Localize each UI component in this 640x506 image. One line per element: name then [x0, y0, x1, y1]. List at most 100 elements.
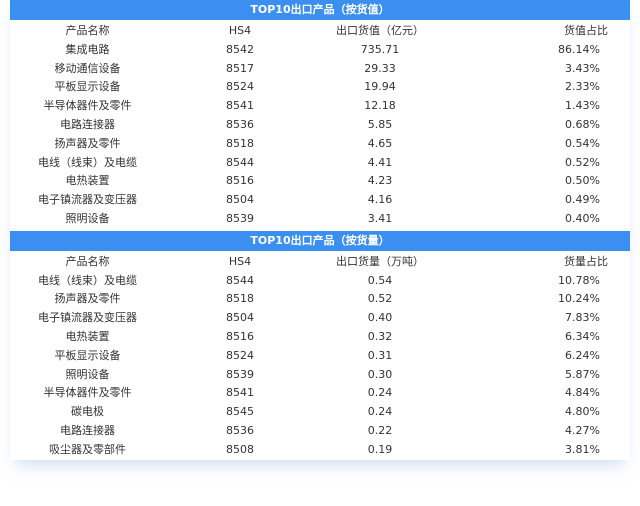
table-row: 移动通信设备 8517 29.33 3.43% — [10, 60, 630, 79]
table-row: 半导体器件及零件 8541 0.24 4.84% — [10, 384, 630, 403]
cell-share: 5.87% — [565, 367, 600, 381]
table-title: TOP10出口产品（按货值） — [10, 0, 630, 20]
column-header-product: 产品名称 — [65, 254, 110, 268]
cell-share: 6.34% — [565, 329, 600, 343]
cell-hs4: 8541 — [226, 99, 254, 113]
column-header-share: 货量占比 — [564, 254, 608, 268]
cell-hs4: 8516 — [226, 174, 254, 188]
cell-amount: 4.16 — [367, 193, 393, 207]
table-row: 电子镇流器及变压器 8504 4.16 0.49% — [10, 191, 630, 210]
table-row: 吸尘器及零部件 8508 0.19 3.81% — [10, 441, 630, 460]
cell-hs4: 8504 — [226, 193, 254, 207]
cell-product: 扬声器及零件 — [54, 136, 121, 150]
cell-amount: 5.85 — [367, 117, 393, 131]
cell-amount: 735.71 — [360, 42, 400, 56]
cell-product: 碳电极 — [71, 405, 104, 419]
cell-product: 电热装置 — [65, 329, 110, 343]
cell-share: 0.50% — [565, 174, 600, 188]
cell-hs4: 8544 — [226, 155, 254, 169]
cell-hs4: 8517 — [226, 61, 254, 75]
cell-amount: 0.30 — [367, 367, 393, 381]
cell-product: 扬声器及零件 — [54, 292, 121, 306]
cell-product: 电路连接器 — [60, 423, 115, 437]
cell-hs4: 8518 — [226, 136, 254, 150]
cell-amount: 0.19 — [367, 442, 393, 456]
cell-share: 86.14% — [558, 42, 600, 56]
table-row: 电子镇流器及变压器 8504 0.40 7.83% — [10, 309, 630, 328]
export-tables-panel: TOP10出口产品（按货值） 产品名称 HS4 出口货值（亿元） 货值占比 集成… — [10, 0, 630, 460]
cell-amount: 0.31 — [367, 348, 393, 362]
table-body: 电线（线束）及电缆 8544 0.54 10.78% 扬声器及零件 8518 0.52 10.… — [10, 272, 630, 460]
table-row: 集成电路 8542 735.71 86.14% — [10, 41, 630, 60]
cell-hs4: 8545 — [226, 405, 254, 419]
cell-share: 4.84% — [565, 386, 600, 400]
table-row: 电线（线束）及电缆 8544 4.41 0.52% — [10, 154, 630, 173]
table-title: TOP10出口产品（按货量） — [10, 230, 630, 251]
cell-product: 照明设备 — [65, 211, 110, 225]
cell-product: 电子镇流器及变压器 — [38, 193, 137, 207]
cell-hs4: 8541 — [226, 386, 254, 400]
column-header-row: 产品名称 HS4 出口货量（万吨） 货量占比 — [10, 253, 630, 272]
column-header-export-volume: 出口货量（万吨） — [336, 254, 424, 268]
cell-amount: 4.41 — [367, 155, 393, 169]
cell-product: 移动通信设备 — [54, 61, 121, 75]
cell-amount: 3.41 — [367, 211, 393, 225]
cell-share: 0.40% — [565, 211, 600, 225]
cell-hs4: 8539 — [226, 211, 254, 225]
table-row: 电热装置 8516 4.23 0.50% — [10, 172, 630, 191]
cell-hs4: 8524 — [226, 80, 254, 94]
table-row: 照明设备 8539 0.30 5.87% — [10, 366, 630, 385]
table-by-volume: TOP10出口产品（按货量） 产品名称 HS4 出口货量（万吨） 货量占比 电线… — [10, 230, 630, 460]
cell-share: 4.27% — [565, 423, 600, 437]
cell-share: 0.49% — [565, 193, 600, 207]
cell-product: 电子镇流器及变压器 — [38, 311, 137, 325]
cell-amount: 0.54 — [367, 273, 393, 287]
table-row: 扬声器及零件 8518 4.65 0.54% — [10, 135, 630, 154]
cell-amount: 4.65 — [367, 136, 393, 150]
cell-amount: 0.24 — [367, 405, 393, 419]
cell-product: 照明设备 — [65, 367, 110, 381]
table-row: 电路连接器 8536 0.22 4.27% — [10, 422, 630, 441]
cell-product: 平板显示设备 — [54, 348, 121, 362]
cell-share: 0.68% — [565, 117, 600, 131]
table-row: 电线（线束）及电缆 8544 0.54 10.78% — [10, 272, 630, 291]
table-row: 电热装置 8516 0.32 6.34% — [10, 328, 630, 347]
table-by-value: TOP10出口产品（按货值） 产品名称 HS4 出口货值（亿元） 货值占比 集成… — [10, 0, 630, 229]
cell-hs4: 8504 — [226, 311, 254, 325]
cell-product: 平板显示设备 — [54, 80, 121, 94]
cell-share: 10.78% — [558, 273, 600, 287]
cell-product: 电线（线束）及电缆 — [38, 273, 137, 287]
cell-share: 0.54% — [565, 136, 600, 150]
cell-amount: 12.18 — [364, 99, 396, 113]
cell-amount: 0.40 — [367, 311, 393, 325]
cell-amount: 0.22 — [367, 423, 393, 437]
cell-amount: 0.32 — [367, 329, 393, 343]
cell-amount: 0.24 — [367, 386, 393, 400]
cell-share: 0.52% — [565, 155, 600, 169]
cell-share: 7.83% — [565, 311, 600, 325]
cell-hs4: 8518 — [226, 292, 254, 306]
cell-product: 电热装置 — [65, 174, 110, 188]
cell-hs4: 8536 — [226, 423, 254, 437]
cell-amount: 0.52 — [367, 292, 393, 306]
cell-hs4: 8516 — [226, 329, 254, 343]
column-header-row: 产品名称 HS4 出口货值（亿元） 货值占比 — [10, 22, 630, 41]
cell-hs4: 8544 — [226, 273, 254, 287]
cell-share: 2.33% — [565, 80, 600, 94]
cell-product: 半导体器件及零件 — [43, 99, 132, 113]
cell-share: 4.80% — [565, 405, 600, 419]
table-row: 半导体器件及零件 8541 12.18 1.43% — [10, 97, 630, 116]
cell-amount: 4.23 — [367, 174, 393, 188]
table-row: 平板显示设备 8524 19.94 2.33% — [10, 78, 630, 97]
column-header-hs4: HS4 — [228, 254, 252, 268]
column-header-export-value: 出口货值（亿元） — [336, 24, 424, 37]
cell-share: 1.43% — [565, 99, 600, 113]
cell-amount: 19.94 — [364, 80, 396, 94]
cell-hs4: 8536 — [226, 117, 254, 131]
table-row: 电路连接器 8536 5.85 0.68% — [10, 116, 630, 135]
cell-share: 6.24% — [565, 348, 600, 362]
table-row: 扬声器及零件 8518 0.52 10.24% — [10, 290, 630, 309]
cell-product: 半导体器件及零件 — [43, 386, 132, 400]
cell-share: 3.81% — [565, 442, 600, 456]
table-row: 平板显示设备 8524 0.31 6.24% — [10, 347, 630, 366]
